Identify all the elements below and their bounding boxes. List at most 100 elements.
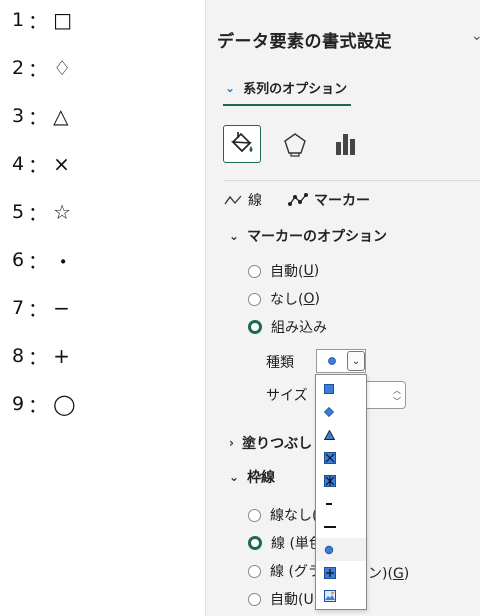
x-marker-icon [324, 451, 336, 464]
marker-auto-radio[interactable]: 自動(U) [248, 261, 319, 281]
chevron-down-icon[interactable]: ⌄ [347, 351, 365, 371]
gradient-suffix-text: ン)( [368, 566, 393, 582]
picture-marker-icon [324, 589, 336, 602]
bar-series-icon [336, 134, 355, 155]
pane-title: データ要素の書式設定 [217, 32, 392, 52]
list-item-number: 9 [12, 393, 25, 415]
selected-marker-preview [317, 356, 347, 366]
marker-option-diamond[interactable] [316, 400, 366, 423]
border-gradient-radio[interactable]: 線 (グラ [248, 561, 322, 581]
list-item-colon: ： [28, 346, 48, 369]
marker-option-plus[interactable] [316, 561, 366, 584]
pane-collapse-icon[interactable]: ⌄ [471, 28, 480, 44]
list-item: 7 ： − [12, 294, 70, 322]
close-paren: ) [403, 566, 410, 582]
marker-type-select[interactable]: ⌄ [316, 349, 366, 373]
border-auto-radio[interactable]: 自動(U [248, 589, 314, 609]
list-item-number: 7 [12, 297, 25, 319]
list-item-colon: ： [28, 298, 48, 321]
gradient-accesskey: G [392, 566, 404, 582]
marker-option-picture[interactable] [316, 584, 366, 607]
square-marker-icon [324, 383, 334, 394]
border-auto-label: 自動(U [270, 592, 314, 608]
marker-option-circle[interactable] [316, 538, 366, 561]
list-item: 2 ： ♢ [12, 54, 71, 82]
list-item-number: 8 [12, 345, 25, 367]
list-item-number: 6 [12, 249, 25, 271]
list-item-symbol: − [53, 296, 70, 320]
list-item-colon: ： [28, 10, 48, 33]
list-item: 9 ： ◯ [12, 390, 76, 418]
marker-size-label: サイズ [266, 388, 308, 404]
marker-symbol-list: 1 ： □ 2 ： ♢ 3 ： △ 4 ： × 5 ： ☆ 6 ： ・ 7 ： … [0, 0, 200, 616]
fill-section[interactable]: › 塗りつぶし [229, 433, 312, 453]
list-item: 1 ： □ [12, 6, 72, 34]
short-dash-marker-icon [326, 502, 332, 505]
tab-divider [223, 180, 480, 181]
marker-option-long-dash[interactable] [316, 515, 366, 538]
border-no-line-radio[interactable]: 線なし( [248, 505, 317, 525]
radio-circle [248, 564, 261, 578]
plus-marker-icon [324, 566, 336, 579]
chevron-down-icon: ⌄ [229, 470, 240, 484]
line-icon [224, 195, 242, 205]
tab-series-options[interactable] [327, 125, 365, 163]
list-item: 3 ： △ [12, 102, 69, 130]
series-options-underline [223, 104, 351, 106]
series-options-dropdown[interactable]: ⌄ 系列のオプション [225, 78, 348, 98]
list-item-number: 2 [12, 57, 25, 79]
border-section[interactable]: ⌄ 枠線 [229, 467, 275, 487]
list-item-colon: ： [28, 106, 48, 129]
series-options-label: 系列のオプション [243, 82, 348, 97]
circle-marker-icon [324, 545, 334, 554]
triangle-marker-icon [324, 429, 335, 440]
list-item: 4 ： × [12, 150, 70, 178]
marker-line-icon [288, 193, 308, 206]
subtab-line-label: 線 [248, 193, 262, 209]
marker-option-x[interactable] [316, 446, 366, 469]
border-gradient-suffix: ン)(G) [368, 563, 409, 583]
marker-option-star[interactable] [316, 469, 366, 492]
fill-heading: 塗りつぶし [241, 436, 313, 452]
marker-option-short-dash[interactable] [316, 492, 366, 515]
list-item-symbol: × [53, 152, 70, 176]
marker-size-spinner[interactable]: ︿ ﹀ [366, 381, 406, 409]
border-solid-radio[interactable]: 線 (単色 [248, 533, 323, 553]
marker-type-dropdown [315, 374, 367, 610]
marker-builtin-label: 組み込み [271, 320, 327, 336]
marker-options-section[interactable]: ⌄ マーカーのオプション [229, 226, 387, 246]
close-paren: ) [313, 263, 320, 279]
marker-none-accesskey: O [303, 291, 315, 307]
marker-auto-label: 自動( [270, 264, 304, 280]
border-heading: 枠線 [247, 470, 276, 486]
list-item: 8 ： + [12, 342, 70, 370]
spin-up-icon[interactable]: ︿ [393, 385, 401, 396]
subtab-line[interactable]: 線 [224, 190, 262, 210]
subtab-marker[interactable]: マーカー [288, 190, 370, 210]
chevron-down-icon: ⌄ [225, 80, 236, 95]
spin-down-icon[interactable]: ﹀ [393, 396, 401, 407]
list-item-colon: ： [28, 202, 48, 225]
list-item: 6 ： ・ [12, 246, 73, 274]
list-item-symbol: + [53, 344, 70, 368]
list-item-symbol: ☆ [53, 200, 72, 224]
radio-circle [248, 292, 261, 306]
marker-builtin-radio[interactable]: 組み込み [248, 317, 327, 337]
subtab-marker-label: マーカー [314, 193, 370, 209]
marker-option-square[interactable] [316, 377, 366, 400]
marker-none-label: なし( [270, 292, 304, 308]
tab-effects[interactable] [276, 125, 314, 163]
marker-option-triangle[interactable] [316, 423, 366, 446]
radio-circle-selected [248, 320, 262, 334]
tab-fill-line[interactable] [223, 125, 261, 163]
marker-type-label: 種類 [266, 355, 294, 371]
circle-marker-icon [328, 357, 336, 365]
list-item-symbol: △ [53, 104, 69, 128]
star-marker-icon [324, 474, 336, 487]
chevron-right-icon: › [229, 436, 234, 450]
marker-none-radio[interactable]: なし(O) [248, 289, 320, 309]
list-item-number: 3 [12, 105, 25, 127]
diamond-marker-icon [324, 406, 334, 417]
border-no-line-label: 線なし( [270, 508, 318, 524]
radio-circle [248, 264, 261, 278]
